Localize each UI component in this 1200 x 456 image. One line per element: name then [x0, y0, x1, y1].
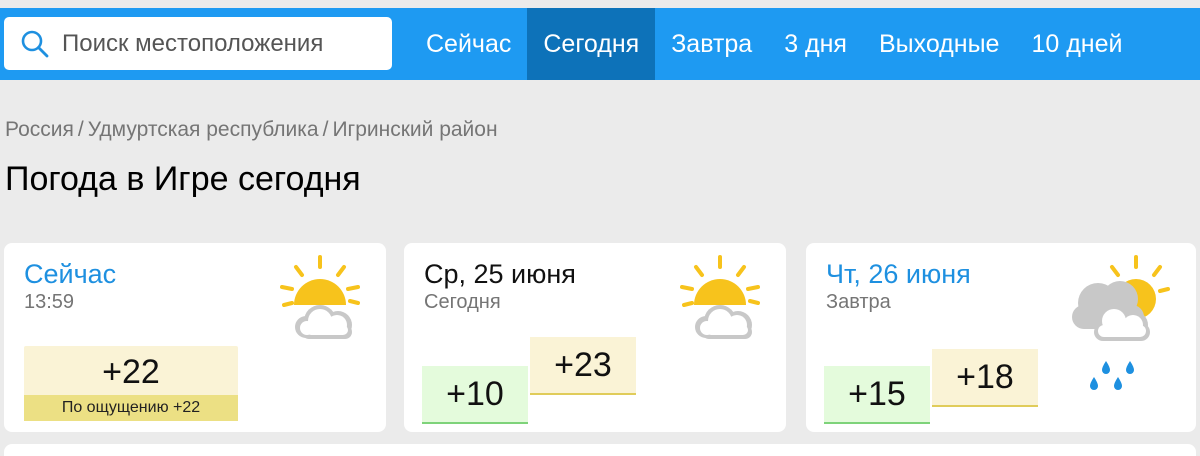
partly-cloudy-icon	[680, 255, 760, 339]
current-temperature-value: +22	[102, 353, 160, 391]
card-today-date: Ср, 25 июня	[424, 259, 576, 289]
tab-today[interactable]: Сегодня	[527, 8, 656, 80]
top-navigation-bar: Сейчас Сегодня Завтра 3 дня Выходные 10 …	[0, 8, 1200, 80]
search-icon[interactable]	[20, 29, 50, 59]
card-now[interactable]: Сейчас 13:59 +22 По ощущению +22	[4, 243, 386, 432]
next-section-edge	[4, 444, 1196, 456]
cloudy-rain-icon	[1072, 255, 1170, 390]
tab-10-days[interactable]: 10 дней	[1015, 8, 1138, 80]
card-today[interactable]: Ср, 25 июня Сегодня +10 +23	[404, 243, 786, 432]
search-input[interactable]	[62, 17, 382, 70]
breadcrumb: Россия / Удмуртская республика / Игринский р…	[5, 118, 498, 142]
partly-cloudy-icon	[280, 255, 360, 339]
card-now-time: 13:59	[24, 291, 75, 313]
card-today-sub: Сегодня	[424, 291, 501, 313]
card-tomorrow-date: Чт, 26 июня	[826, 259, 971, 289]
today-max-temperature: +23	[530, 337, 636, 395]
card-tomorrow[interactable]: Чт, 26 июня Завтра +15 +18	[806, 243, 1196, 432]
page-title: Погода в Игре сегодня	[5, 160, 361, 198]
feels-like-label: По ощущению +22	[24, 395, 238, 421]
breadcrumb-separator: /	[322, 118, 329, 141]
tomorrow-max-temperature: +18	[932, 349, 1038, 407]
search-box[interactable]	[4, 17, 392, 70]
period-tabs: Сейчас Сегодня Завтра 3 дня Выходные 10 …	[410, 8, 1138, 80]
current-temperature: +22 По ощущению +22	[24, 346, 238, 421]
breadcrumb-item-district[interactable]: Игринский район	[332, 118, 497, 141]
tab-now[interactable]: Сейчас	[410, 8, 527, 80]
card-tomorrow-sub: Завтра	[826, 291, 891, 313]
breadcrumb-separator: /	[77, 118, 84, 141]
breadcrumb-item-region[interactable]: Удмуртская республика	[88, 118, 319, 141]
tomorrow-min-temperature: +15	[824, 366, 930, 424]
tab-3-days[interactable]: 3 дня	[768, 8, 863, 80]
card-now-label: Сейчас	[24, 259, 117, 289]
today-min-temperature: +10	[422, 366, 528, 424]
breadcrumb-item-country[interactable]: Россия	[5, 118, 74, 141]
tab-weekend[interactable]: Выходные	[863, 8, 1015, 80]
tab-tomorrow[interactable]: Завтра	[655, 8, 768, 80]
